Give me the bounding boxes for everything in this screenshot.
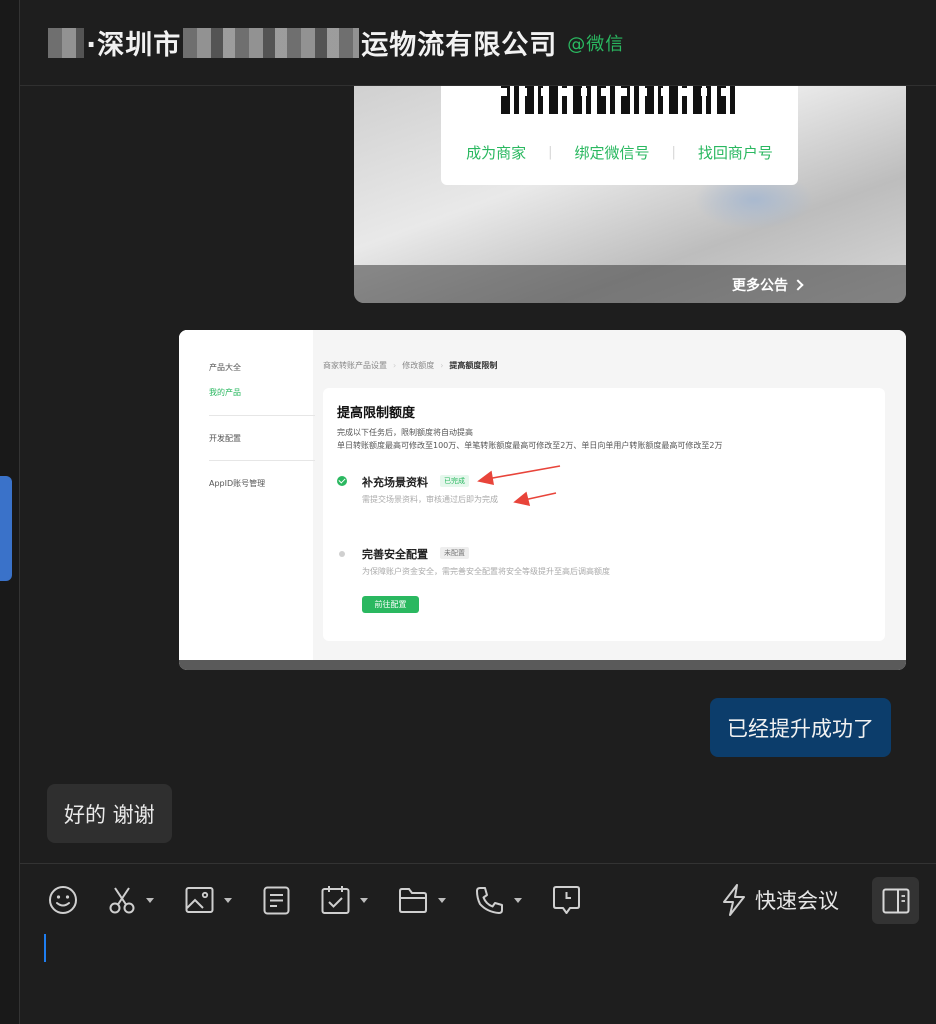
task-icon xyxy=(321,886,350,914)
image-button[interactable] xyxy=(185,880,232,920)
wechat-tag: @微信 xyxy=(567,33,625,55)
chat-header: ·深圳市 运物流有限公司 @微信 xyxy=(20,0,936,86)
chevron-right-icon xyxy=(792,279,804,291)
screenshot-footer-bar xyxy=(179,660,906,670)
lightning-icon xyxy=(723,884,745,916)
reminder-button[interactable] xyxy=(552,880,581,920)
chevron-down-icon[interactable] xyxy=(514,897,522,903)
left-rail xyxy=(0,0,20,1024)
message-list[interactable]: 成为商家 | 绑定微信号 | 找回商户号 更多公告 产品大全 我的产品 开发配置… xyxy=(20,86,936,863)
screenshot-image[interactable]: 产品大全 我的产品 开发配置 AppID账号管理 商家转账产品设置 › 修改额度 › 提… xyxy=(179,330,906,670)
more-announcements-label: 更多公告 xyxy=(732,278,788,294)
qr-code-icon xyxy=(501,86,737,114)
document-icon xyxy=(263,886,290,914)
link-become-merchant[interactable]: 成为商家 xyxy=(444,142,548,163)
redacted-block xyxy=(48,27,84,58)
emoji-button[interactable] xyxy=(48,880,78,920)
side-panel-icon xyxy=(882,888,909,913)
phone-icon xyxy=(476,886,503,914)
chat-title: ·深圳市 运物流有限公司 @微信 xyxy=(46,23,624,62)
scissors-icon xyxy=(109,887,135,914)
chevron-down-icon[interactable] xyxy=(224,897,232,903)
rail-tab[interactable] xyxy=(0,476,12,581)
call-button[interactable] xyxy=(475,880,522,920)
folder-button[interactable] xyxy=(398,880,446,920)
link-bind-wechat[interactable]: 绑定微信号 xyxy=(552,142,671,163)
redacted-block xyxy=(183,27,360,58)
task-button[interactable] xyxy=(321,880,368,920)
text-cursor xyxy=(44,934,46,962)
chevron-down-icon[interactable] xyxy=(360,897,368,903)
folder-icon xyxy=(399,887,427,913)
announcement-footer: 更多公告 xyxy=(354,265,906,303)
quick-meeting-button[interactable]: 快速会议 xyxy=(721,880,839,920)
announcement-card: 成为商家 | 绑定微信号 | 找回商户号 xyxy=(441,86,798,185)
composer-toolbar: 快速会议 xyxy=(20,877,936,924)
chat-title-suffix: 运物流有限公司 xyxy=(361,30,558,61)
document-button[interactable] xyxy=(263,880,290,920)
image-icon xyxy=(185,887,214,913)
announcement-links: 成为商家 | 绑定微信号 | 找回商户号 xyxy=(441,142,798,163)
red-arrows-annotation xyxy=(477,465,561,507)
screenshot-button[interactable] xyxy=(108,880,154,920)
announcement-image[interactable]: 成为商家 | 绑定微信号 | 找回商户号 更多公告 xyxy=(354,86,906,303)
message-composer: 快速会议 xyxy=(20,863,936,1024)
incoming-message[interactable]: 好的 谢谢 xyxy=(47,784,172,843)
reminder-icon xyxy=(553,886,580,914)
chevron-down-icon[interactable] xyxy=(438,897,446,903)
link-recover-merchant-id[interactable]: 找回商户号 xyxy=(676,142,795,163)
chat-title-prefix: ·深圳市 xyxy=(86,30,182,61)
outgoing-message[interactable]: 已经提升成功了 xyxy=(710,698,891,757)
message-input[interactable] xyxy=(44,932,904,962)
chevron-down-icon[interactable] xyxy=(146,897,154,903)
emoji-icon xyxy=(49,886,77,914)
quick-meeting-label: 快速会议 xyxy=(755,889,839,913)
more-announcements-link[interactable]: 更多公告 xyxy=(732,275,804,295)
side-panel-toggle[interactable] xyxy=(872,877,919,924)
